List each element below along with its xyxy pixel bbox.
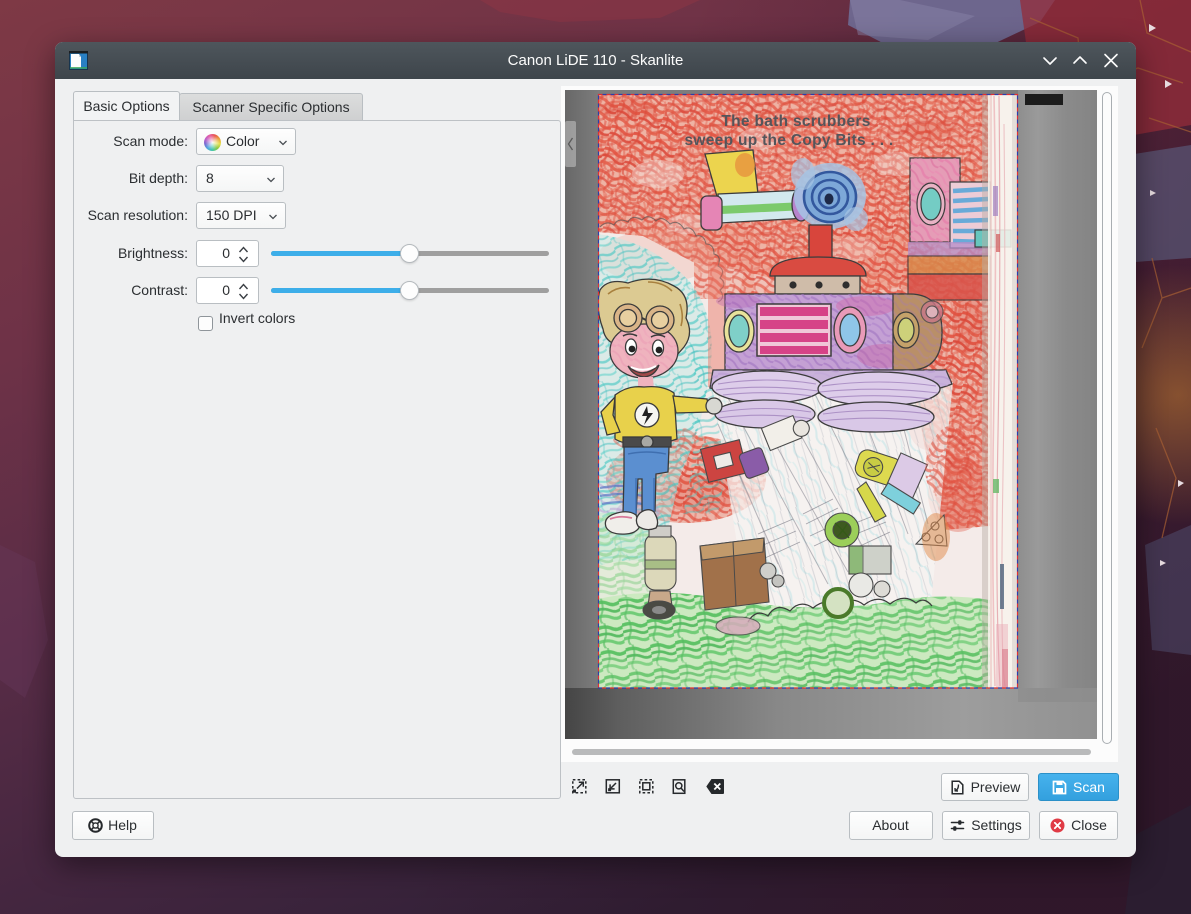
svg-text:sweep up the Copy Bits . . .: sweep up the Copy Bits . . . (684, 132, 893, 149)
svg-text:The bath scrubbers: The bath scrubbers (721, 113, 870, 130)
